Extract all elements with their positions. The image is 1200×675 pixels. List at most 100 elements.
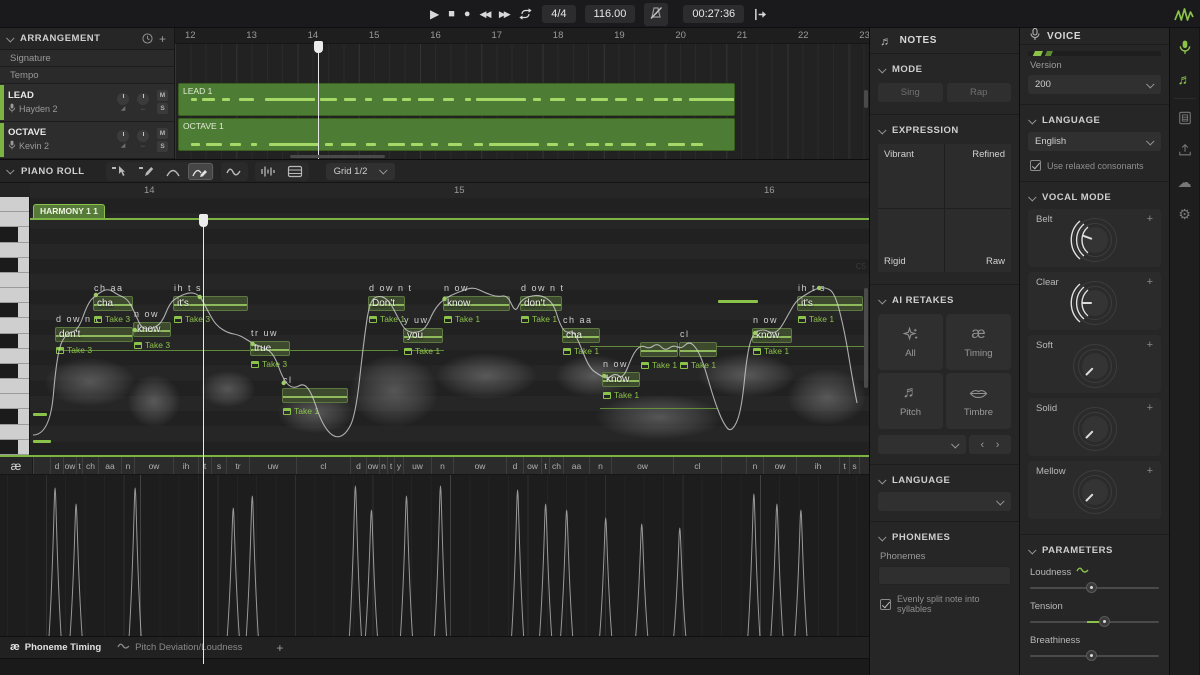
phoneme-cell[interactable]: cl <box>673 457 721 474</box>
knob-solid[interactable] <box>1073 407 1117 451</box>
horizontal-scrollbar[interactable] <box>290 155 385 158</box>
piano-roll[interactable]: 141516 HARMONY 1 1 d ow n tdon'tTake 3ch… <box>0 183 869 455</box>
take-label[interactable]: Take 1 <box>563 346 599 356</box>
note[interactable]: d ow n tDon'tTake 1 <box>368 296 405 311</box>
retake-all-button[interactable]: All <box>878 314 943 370</box>
take-label[interactable]: Take 1 <box>603 390 639 400</box>
take-label[interactable]: Take 1 <box>798 314 834 324</box>
editor-view-toggle[interactable] <box>283 163 308 180</box>
phoneme-cell[interactable]: ih <box>173 457 198 474</box>
pitch-curve-toggle[interactable] <box>222 163 247 180</box>
retake-next-button[interactable]: › <box>996 439 1000 451</box>
retake-timbre-button[interactable]: Timbre <box>946 373 1011 429</box>
phoneme-cell[interactable]: tr <box>226 457 249 474</box>
phoneme-cell[interactable]: n <box>589 457 611 474</box>
phoneme-cell[interactable] <box>721 457 746 474</box>
add-automation-button[interactable]: + <box>1147 466 1153 477</box>
rewind-button[interactable]: ◀◀ <box>480 10 490 19</box>
note[interactable]: tr uwtrueTake 3 <box>250 341 290 356</box>
piano-key[interactable] <box>0 409 29 424</box>
retake-pitch-button[interactable]: ♬ Pitch <box>878 373 943 429</box>
take-label[interactable]: Take 1 <box>641 360 677 370</box>
add-automation-button[interactable]: + <box>1147 340 1153 351</box>
track-octave[interactable]: OCTAVE Kevin 2 ◢ ↔ M S <box>0 122 174 160</box>
knob-clear[interactable] <box>1073 281 1117 325</box>
stop-button[interactable]: ■ <box>448 9 455 20</box>
collapse-phonemes-icon[interactable] <box>878 533 886 541</box>
time-signature[interactable]: 4/4 <box>542 5 575 23</box>
add-automation-button[interactable]: + <box>1147 403 1153 414</box>
breathiness-slider[interactable] <box>1030 655 1159 657</box>
clip-octave-1[interactable]: OCTAVE 1 <box>178 118 735 151</box>
goto-end-button[interactable] <box>753 8 768 21</box>
note[interactable]: d ow n tdon'tTake 1 <box>520 296 562 311</box>
note[interactable]: n owknowTake 3 <box>133 322 171 337</box>
record-button[interactable]: ● <box>464 9 471 20</box>
note[interactable]: ih t sit'sTake 3 <box>173 296 248 311</box>
phoneme-cell[interactable]: aa <box>563 457 589 474</box>
piano-key[interactable] <box>0 227 29 242</box>
pan-knob[interactable] <box>137 93 149 105</box>
vocal-mode-clear[interactable]: Clear+ <box>1028 272 1161 330</box>
phoneme-cell[interactable]: n <box>121 457 134 474</box>
tempo-display[interactable]: 116.00 <box>585 5 636 23</box>
note[interactable]: ih t sit'sTake 1 <box>797 296 863 311</box>
evenly-split-checkbox[interactable] <box>880 599 891 610</box>
phoneme-cell[interactable] <box>33 457 50 474</box>
take-label[interactable]: Take 3 <box>56 345 92 355</box>
piano-keys[interactable] <box>0 197 30 455</box>
piano-key[interactable] <box>0 288 29 303</box>
export-rail-button[interactable] <box>1176 141 1194 159</box>
take-label[interactable]: Take 3 <box>174 314 210 324</box>
piano-key[interactable] <box>0 318 29 333</box>
parameter-lane[interactable] <box>0 475 869 636</box>
add-lane-button[interactable]: + <box>276 641 283 655</box>
phoneme-cell[interactable]: ch <box>82 457 98 474</box>
piano-key[interactable] <box>0 197 29 212</box>
phoneme-cell[interactable]: ow <box>763 457 796 474</box>
timecode-display[interactable]: 00:27:36 <box>683 5 744 23</box>
vocal-mode-soft[interactable]: Soft+ <box>1028 335 1161 393</box>
tension-slider[interactable] <box>1030 621 1159 623</box>
take-label[interactable]: Take 3 <box>94 314 130 324</box>
piano-key[interactable] <box>0 303 29 318</box>
notes-rail-button[interactable]: ♬ <box>1176 70 1194 88</box>
phoneme-cell[interactable]: ow <box>523 457 541 474</box>
pan-knob[interactable] <box>137 130 149 142</box>
note[interactable]: n owknowTake 1 <box>602 372 640 387</box>
slider-handle[interactable] <box>1086 650 1097 661</box>
piano-key[interactable] <box>0 258 29 273</box>
group-tab[interactable]: HARMONY 1 1 <box>33 204 105 218</box>
volume-knob[interactable] <box>117 93 129 105</box>
take-label[interactable]: Take 3 <box>134 340 170 350</box>
retake-prev-button[interactable]: ‹ <box>981 439 985 451</box>
slider-handle[interactable] <box>1099 616 1110 627</box>
phoneme-cell[interactable]: t <box>387 457 394 474</box>
phoneme-cell[interactable]: cl <box>296 457 350 474</box>
phoneme-cell[interactable]: d <box>350 457 366 474</box>
piano-key[interactable] <box>0 379 29 394</box>
solo-button[interactable]: S <box>157 141 168 152</box>
relaxed-consonants-checkbox[interactable] <box>1030 160 1041 171</box>
tab-pitch-deviation-loudness[interactable]: Pitch Deviation/Loudness <box>117 642 242 654</box>
phoneme-cell[interactable]: aa <box>98 457 121 474</box>
loop-button[interactable] <box>518 7 533 21</box>
piano-key[interactable] <box>0 243 29 258</box>
piano-key[interactable] <box>0 440 29 455</box>
phoneme-cell[interactable]: ow <box>611 457 673 474</box>
collapse-language-icon[interactable] <box>878 476 886 484</box>
piano-key[interactable] <box>0 364 29 379</box>
tab-phoneme-timing[interactable]: æ Phoneme Timing <box>10 642 101 653</box>
add-track-button[interactable]: + <box>159 33 166 45</box>
pencil-tool[interactable] <box>134 163 159 180</box>
collapse-expression-icon[interactable] <box>878 126 886 134</box>
phoneme-cell[interactable]: y <box>394 457 403 474</box>
vocal-mode-belt[interactable]: Belt+ <box>1028 209 1161 267</box>
mute-button[interactable]: M <box>157 128 168 139</box>
expression-pad[interactable]: Vibrant Refined Rigid Raw <box>878 144 1011 272</box>
note[interactable]: n owknowTake 1 <box>752 328 792 343</box>
grid-select[interactable]: Grid 1/2 <box>326 163 396 180</box>
clip-lead-1[interactable]: LEAD 1 <box>178 83 735 116</box>
phoneme-cell[interactable]: uw <box>403 457 431 474</box>
phoneme-cell[interactable]: d <box>50 457 63 474</box>
